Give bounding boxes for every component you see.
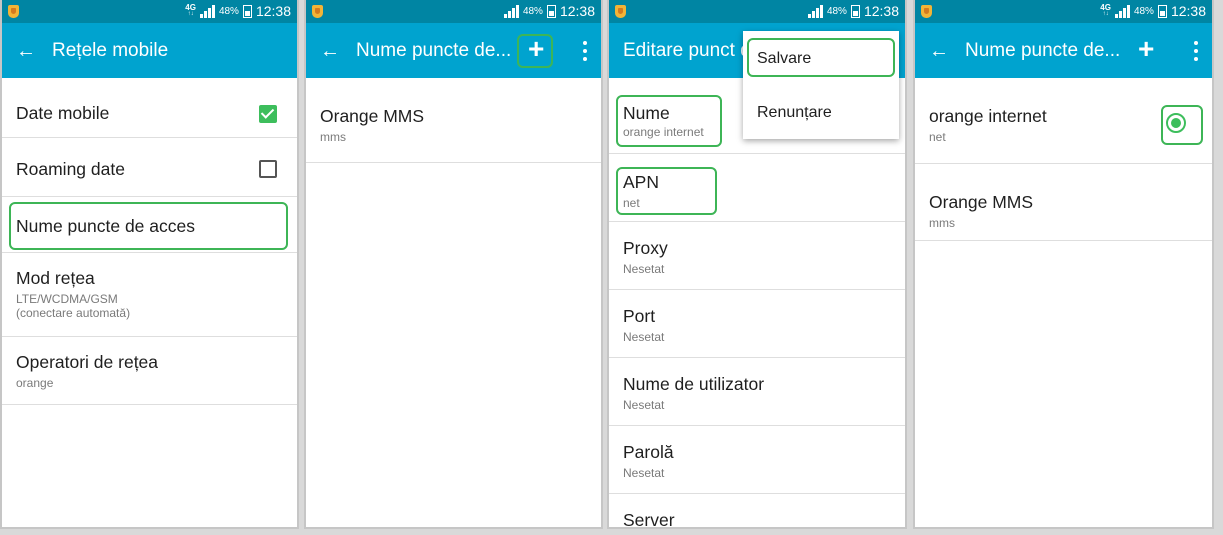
screen-mobile-networks: 4G ↑↓ 48% 12:38 ← Rețele mobile Date mobi…: [0, 0, 299, 529]
setting-label: Roaming date: [16, 159, 125, 179]
app-bar: ← Nume puncte de... +: [306, 23, 601, 78]
list-item[interactable]: Orange MMS mms: [306, 78, 601, 163]
field-value: Nesetat: [623, 262, 665, 276]
setting-label: Date mobile: [16, 103, 110, 123]
battery-percent: 48%: [522, 5, 543, 17]
shield-icon: [8, 5, 19, 18]
field-label: Nume de utilizator: [623, 374, 765, 394]
shield-icon: [921, 5, 932, 18]
battery-icon: [242, 4, 252, 18]
back-arrow-icon[interactable]: ←: [929, 41, 951, 61]
setting-label: Mod rețea: [16, 268, 95, 288]
cancel-menu-item[interactable]: Renunțare: [757, 104, 832, 122]
highlight-box: [1161, 105, 1203, 145]
signal-icon: [1114, 4, 1130, 18]
network-type-indicator: 4G ↑↓: [1100, 3, 1111, 18]
clock: 12:38: [1170, 3, 1206, 19]
field-label: Server: [623, 510, 675, 529]
page-title: Nume puncte de...: [965, 39, 1121, 61]
apn-type: mms: [929, 216, 955, 230]
highlight-box: [9, 202, 288, 250]
highlight-box: [517, 34, 553, 68]
clock: 12:38: [559, 3, 595, 19]
battery-icon: [546, 4, 556, 18]
add-icon[interactable]: +: [1138, 35, 1154, 63]
screen-apn-list: 48% 12:38 ← Nume puncte de... + Orange M…: [304, 0, 603, 529]
signal-icon: [807, 4, 823, 18]
setting-network-operators[interactable]: Operatori de rețea orange: [2, 337, 297, 405]
highlight-box: [747, 38, 895, 77]
screen-apn-list-updated: 4G ↑↓ 48% 12:38 ← Nume puncte de... + ora…: [913, 0, 1214, 529]
field-username[interactable]: Nume de utilizator Nesetat: [609, 358, 905, 426]
page-title: Rețele mobile: [52, 39, 169, 61]
setting-label: Operatori de rețea: [16, 352, 159, 372]
battery-icon: [1157, 4, 1167, 18]
more-options-icon[interactable]: [1194, 41, 1198, 61]
clock: 12:38: [863, 3, 899, 19]
app-bar: ← Nume puncte de... +: [915, 23, 1212, 78]
highlight-box: [616, 167, 717, 215]
list-item[interactable]: Orange MMS mms: [915, 164, 1212, 241]
shield-icon: [312, 5, 323, 18]
field-label: Parolă: [623, 442, 674, 462]
field-value: Nesetat: [623, 330, 665, 344]
shield-icon: [615, 5, 626, 18]
roaming-checkbox[interactable]: [259, 160, 277, 178]
page-title: Editare punct d: [623, 39, 751, 61]
battery-percent: 48%: [826, 5, 847, 17]
status-bar: 4G ↑↓ 48% 12:38: [2, 0, 297, 23]
apn-name: Orange MMS: [320, 106, 425, 126]
battery-percent: 48%: [218, 5, 239, 17]
app-bar: ← Rețele mobile: [2, 23, 297, 78]
setting-mobile-data[interactable]: Date mobile: [2, 78, 297, 138]
status-bar: 48% 12:38: [306, 0, 601, 23]
clock: 12:38: [255, 3, 291, 19]
more-options-icon[interactable]: [583, 41, 587, 61]
mobile-data-checkbox[interactable]: [259, 105, 277, 123]
field-value: Nesetat: [623, 466, 665, 480]
status-bar: 4G ↑↓ 48% 12:38: [915, 0, 1212, 23]
battery-percent: 48%: [1133, 5, 1154, 17]
field-label: Port: [623, 306, 656, 326]
setting-value: LTE/WCDMA/GSM (conectare automată): [16, 292, 131, 320]
back-arrow-icon[interactable]: ←: [320, 41, 342, 61]
setting-data-roaming[interactable]: Roaming date: [2, 138, 297, 197]
signal-icon: [503, 4, 519, 18]
network-type-indicator: 4G ↑↓: [185, 3, 196, 18]
status-bar: 48% 12:38: [609, 0, 905, 23]
apn-type: mms: [320, 130, 346, 144]
setting-value: orange: [16, 376, 54, 390]
battery-icon: [850, 4, 860, 18]
field-label: Proxy: [623, 238, 668, 258]
screen-edit-apn: 48% 12:38 Editare punct d Salvare Renunț…: [607, 0, 907, 529]
signal-icon: [199, 4, 215, 18]
apn-name: Orange MMS: [929, 192, 1034, 212]
field-server[interactable]: Server: [609, 494, 905, 529]
back-arrow-icon[interactable]: ←: [16, 41, 38, 61]
setting-network-mode[interactable]: Mod rețea LTE/WCDMA/GSM (conectare automa…: [2, 253, 297, 337]
highlight-box: [616, 95, 722, 147]
page-title: Nume puncte de...: [356, 39, 512, 61]
field-value: Nesetat: [623, 398, 665, 412]
field-proxy[interactable]: Proxy Nesetat: [609, 222, 905, 290]
field-password[interactable]: Parolă Nesetat: [609, 426, 905, 494]
field-port[interactable]: Port Nesetat: [609, 290, 905, 358]
